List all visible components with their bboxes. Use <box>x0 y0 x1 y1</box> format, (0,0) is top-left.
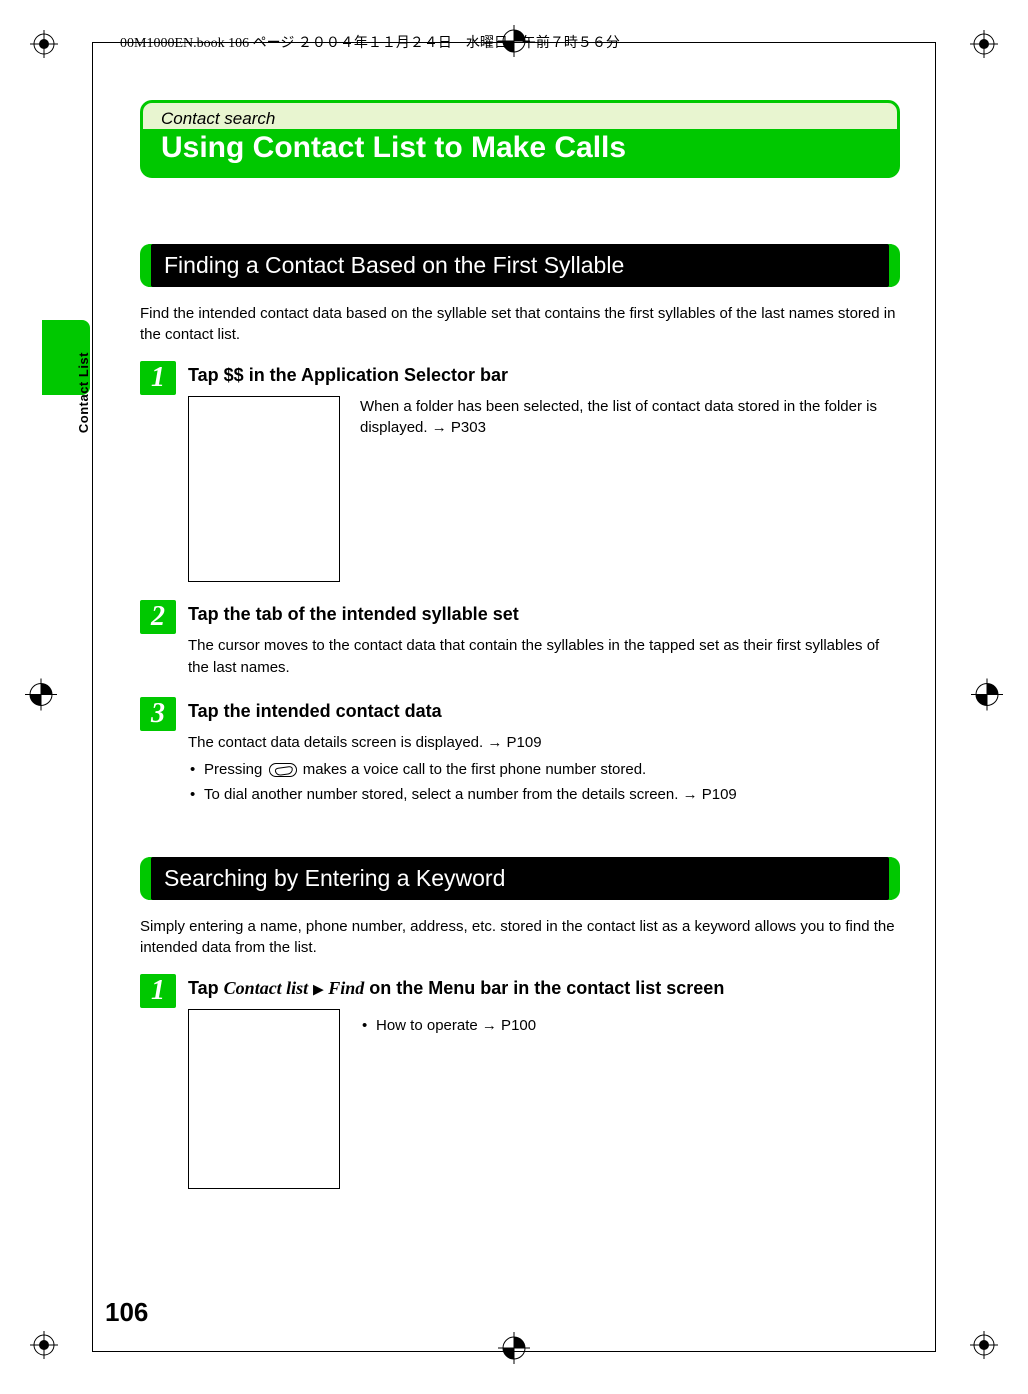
step3-bullet2: To dial another number stored, select a … <box>188 784 900 805</box>
triangle-icon: ▶ <box>313 982 323 997</box>
cropmark-mid-left <box>25 679 57 716</box>
frame-line <box>92 42 93 1352</box>
title-box: Contact search Using Contact List to Mak… <box>140 100 900 178</box>
step-body: The contact data details screen is displ… <box>188 732 900 806</box>
section1-heading: Finding a Contact Based on the First Syl… <box>140 244 900 287</box>
page-content: Contact search Using Contact List to Mak… <box>140 100 900 1211</box>
cropmark-mid-right <box>971 679 1003 716</box>
menu-path-contact-list: Contact list <box>224 978 309 998</box>
step-number: 1 <box>140 361 176 395</box>
section1-step2: 2 Tap the tab of the intended syllable s… <box>140 604 900 679</box>
step-body: The cursor moves to the contact data tha… <box>188 635 900 679</box>
title-category: Contact search <box>161 109 879 129</box>
screenshot-placeholder <box>188 396 340 582</box>
side-label: Contact List <box>76 352 91 433</box>
step-number: 2 <box>140 600 176 634</box>
step-title: Tap $$ in the Application Selector bar <box>188 365 900 386</box>
section2-heading: Searching by Entering a Keyword <box>140 857 900 900</box>
page-number: 106 <box>105 1297 148 1328</box>
menu-path-find: Find <box>328 978 364 998</box>
frame-line <box>935 42 936 1352</box>
step1-note: When a folder has been selected, the lis… <box>360 396 900 438</box>
cropmark-bottom-left <box>30 1331 58 1364</box>
cropmark-top-left <box>30 30 58 63</box>
section1-step3: 3 Tap the intended contact data The cont… <box>140 701 900 806</box>
section2-step1-note: How to operate → P100 <box>360 1009 900 1040</box>
title-main: Using Contact List to Make Calls <box>161 131 879 165</box>
step-number: 3 <box>140 697 176 731</box>
section2-step1-bullet: How to operate → P100 <box>360 1015 900 1036</box>
section2-intro: Simply entering a name, phone number, ad… <box>140 916 900 958</box>
screenshot-placeholder <box>188 1009 340 1189</box>
call-key-icon <box>269 763 297 777</box>
step-title: Tap the intended contact data <box>188 701 900 722</box>
cropmark-bottom-right <box>970 1331 998 1364</box>
frame-line <box>92 1351 936 1352</box>
step-number: 1 <box>140 974 176 1008</box>
section2-step1: 1 Tap Contact list ▶ Find on the Menu ba… <box>140 978 900 1189</box>
cropmark-top-right <box>970 30 998 63</box>
step3-bullet1: Pressing makes a voice call to the first… <box>188 759 900 780</box>
section1-intro: Find the intended contact data based on … <box>140 303 900 345</box>
step3-body-text: The contact data details screen is displ… <box>188 734 542 751</box>
file-header-text: 00M1000EN.book 106 ページ ２００４年１１月２４日 水曜日 午… <box>120 32 620 52</box>
step-title: Tap the tab of the intended syllable set <box>188 604 900 625</box>
section1-step1: 1 Tap $$ in the Application Selector bar… <box>140 365 900 582</box>
step-title: Tap Contact list ▶ Find on the Menu bar … <box>188 978 900 999</box>
